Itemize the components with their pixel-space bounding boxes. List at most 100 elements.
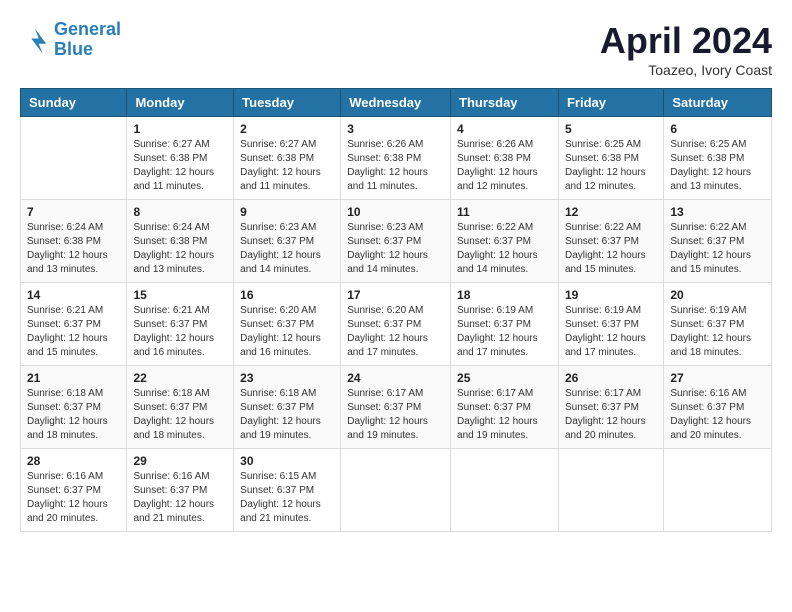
day-info: Sunrise: 6:24 AM Sunset: 6:38 PM Dayligh… bbox=[27, 221, 120, 277]
day-number: 24 bbox=[347, 371, 444, 385]
day-number: 12 bbox=[565, 205, 657, 219]
day-number: 13 bbox=[670, 205, 765, 219]
day-info: Sunrise: 6:22 AM Sunset: 6:37 PM Dayligh… bbox=[670, 221, 765, 277]
day-info: Sunrise: 6:19 AM Sunset: 6:37 PM Dayligh… bbox=[670, 304, 765, 360]
calendar-cell bbox=[21, 117, 127, 200]
day-info: Sunrise: 6:23 AM Sunset: 6:37 PM Dayligh… bbox=[240, 221, 334, 277]
day-number: 14 bbox=[27, 288, 120, 302]
day-number: 30 bbox=[240, 454, 334, 468]
day-number: 16 bbox=[240, 288, 334, 302]
calendar-cell: 15 Sunrise: 6:21 AM Sunset: 6:37 PM Dayli… bbox=[127, 283, 234, 366]
calendar-cell: 21Sunrise: 6:18 AM Sunset: 6:37 PM Dayli… bbox=[21, 366, 127, 449]
day-header-wednesday: Wednesday bbox=[341, 89, 451, 117]
day-number: 20 bbox=[670, 288, 765, 302]
day-info: Sunrise: 6:16 AM Sunset: 6:37 PM Dayligh… bbox=[670, 387, 765, 443]
day-header-tuesday: Tuesday bbox=[234, 89, 341, 117]
day-info: Sunrise: 6:18 AM Sunset: 6:37 PM Dayligh… bbox=[240, 387, 334, 443]
day-info: Sunrise: 6:18 AM Sunset: 6:37 PM Dayligh… bbox=[133, 387, 227, 443]
day-number: 8 bbox=[133, 205, 227, 219]
day-info: Sunrise: 6:19 AM Sunset: 6:37 PM Dayligh… bbox=[457, 304, 552, 360]
day-info: Sunrise: 6:21 AM Sunset: 6:37 PM Dayligh… bbox=[27, 304, 120, 360]
calendar-cell: 28 Sunrise: 6:16 AM Sunset: 6:37 PM Dayli… bbox=[21, 449, 127, 532]
day-number: 1 bbox=[133, 122, 227, 136]
calendar-cell: 16 Sunrise: 6:20 AM Sunset: 6:37 PM Dayli… bbox=[234, 283, 341, 366]
day-info: Sunrise: 6:19 AM Sunset: 6:37 PM Dayligh… bbox=[565, 304, 657, 360]
day-header-thursday: Thursday bbox=[451, 89, 559, 117]
calendar-cell: 5Sunrise: 6:25 AM Sunset: 6:38 PM Daylig… bbox=[558, 117, 663, 200]
day-number: 19 bbox=[565, 288, 657, 302]
calendar-cell: 23 Sunrise: 6:18 AM Sunset: 6:37 PM Dayli… bbox=[234, 366, 341, 449]
day-info: Sunrise: 6:16 AM Sunset: 6:37 PM Dayligh… bbox=[133, 470, 227, 526]
calendar-body: 1 Sunrise: 6:27 AM Sunset: 6:38 PM Daylig… bbox=[21, 117, 772, 532]
day-number: 4 bbox=[457, 122, 552, 136]
day-info: Sunrise: 6:20 AM Sunset: 6:37 PM Dayligh… bbox=[347, 304, 444, 360]
calendar-cell: 17 Sunrise: 6:20 AM Sunset: 6:37 PM Dayli… bbox=[341, 283, 451, 366]
logo: General Blue bbox=[20, 20, 121, 60]
calendar-cell bbox=[558, 449, 663, 532]
day-header-sunday: Sunday bbox=[21, 89, 127, 117]
day-info: Sunrise: 6:21 AM Sunset: 6:37 PM Dayligh… bbox=[133, 304, 227, 360]
calendar-cell: 30 Sunrise: 6:15 AM Sunset: 6:37 PM Dayli… bbox=[234, 449, 341, 532]
calendar-week-row: 21 Sunrise: 6:18 AM Sunset: 6:37 PM Dayli… bbox=[21, 366, 772, 449]
day-number: 7 bbox=[27, 205, 120, 219]
month-title: April 2024 bbox=[600, 20, 772, 62]
logo-icon bbox=[20, 25, 50, 55]
day-info: Sunrise: 6:23 AM Sunset: 6:37 PM Dayligh… bbox=[347, 221, 444, 277]
calendar-table: SundayMondayTuesdayWednesdayThursdayFrid… bbox=[20, 88, 772, 532]
day-info: Sunrise: 6:17 AM Sunset: 6:37 PM Dayligh… bbox=[565, 387, 657, 443]
calendar-cell: 2 Sunrise: 6:27 AM Sunset: 6:38 PM Daylig… bbox=[234, 117, 341, 200]
calendar-cell: 4Sunrise: 6:26 AM Sunset: 6:38 PM Daylig… bbox=[451, 117, 559, 200]
day-number: 2 bbox=[240, 122, 334, 136]
calendar-cell: 13 Sunrise: 6:22 AM Sunset: 6:37 PM Dayli… bbox=[664, 200, 772, 283]
logo-text: General Blue bbox=[54, 20, 121, 60]
day-info: Sunrise: 6:17 AM Sunset: 6:37 PM Dayligh… bbox=[457, 387, 552, 443]
calendar-cell: 10 Sunrise: 6:23 AM Sunset: 6:37 PM Dayli… bbox=[341, 200, 451, 283]
calendar-cell: 14 Sunrise: 6:21 AM Sunset: 6:37 PM Dayli… bbox=[21, 283, 127, 366]
calendar-cell: 12 Sunrise: 6:22 AM Sunset: 6:37 PM Dayli… bbox=[558, 200, 663, 283]
day-header-friday: Friday bbox=[558, 89, 663, 117]
calendar-cell: 9 Sunrise: 6:23 AM Sunset: 6:37 PM Daylig… bbox=[234, 200, 341, 283]
calendar-cell bbox=[451, 449, 559, 532]
day-info: Sunrise: 6:16 AM Sunset: 6:37 PM Dayligh… bbox=[27, 470, 120, 526]
location-subtitle: Toazeo, Ivory Coast bbox=[600, 62, 772, 78]
day-number: 5 bbox=[565, 122, 657, 136]
calendar-week-row: 28 Sunrise: 6:16 AM Sunset: 6:37 PM Dayli… bbox=[21, 449, 772, 532]
day-header-saturday: Saturday bbox=[664, 89, 772, 117]
calendar-cell bbox=[341, 449, 451, 532]
day-number: 15 bbox=[133, 288, 227, 302]
day-header-monday: Monday bbox=[127, 89, 234, 117]
calendar-cell: 27 Sunrise: 6:16 AM Sunset: 6:37 PM Dayli… bbox=[664, 366, 772, 449]
day-number: 28 bbox=[27, 454, 120, 468]
day-number: 17 bbox=[347, 288, 444, 302]
day-info: Sunrise: 6:25 AM Sunset: 6:38 PM Dayligh… bbox=[670, 138, 765, 194]
day-info: Sunrise: 6:27 AM Sunset: 6:38 PM Dayligh… bbox=[133, 138, 227, 194]
calendar-week-row: 14 Sunrise: 6:21 AM Sunset: 6:37 PM Dayli… bbox=[21, 283, 772, 366]
day-number: 18 bbox=[457, 288, 552, 302]
calendar-cell: 7 Sunrise: 6:24 AM Sunset: 6:38 PM Daylig… bbox=[21, 200, 127, 283]
day-number: 23 bbox=[240, 371, 334, 385]
day-number: 26 bbox=[565, 371, 657, 385]
day-info: Sunrise: 6:20 AM Sunset: 6:37 PM Dayligh… bbox=[240, 304, 334, 360]
day-number: 10 bbox=[347, 205, 444, 219]
calendar-cell: 24 Sunrise: 6:17 AM Sunset: 6:37 PM Dayli… bbox=[341, 366, 451, 449]
calendar-cell: 20 Sunrise: 6:19 AM Sunset: 6:37 PM Dayli… bbox=[664, 283, 772, 366]
day-number: 21 bbox=[27, 371, 120, 385]
title-area: April 2024 Toazeo, Ivory Coast bbox=[600, 20, 772, 78]
day-info: Sunrise: 6:26 AM Sunset: 6:38 PM Dayligh… bbox=[347, 138, 444, 194]
calendar-cell: 29Sunrise: 6:16 AM Sunset: 6:37 PM Dayli… bbox=[127, 449, 234, 532]
day-info: Sunrise: 6:22 AM Sunset: 6:37 PM Dayligh… bbox=[565, 221, 657, 277]
day-info: Sunrise: 6:22 AM Sunset: 6:37 PM Dayligh… bbox=[457, 221, 552, 277]
day-number: 25 bbox=[457, 371, 552, 385]
day-number: 9 bbox=[240, 205, 334, 219]
calendar-cell: 3Sunrise: 6:26 AM Sunset: 6:38 PM Daylig… bbox=[341, 117, 451, 200]
day-info: Sunrise: 6:17 AM Sunset: 6:37 PM Dayligh… bbox=[347, 387, 444, 443]
day-number: 22 bbox=[133, 371, 227, 385]
calendar-cell: 26 Sunrise: 6:17 AM Sunset: 6:37 PM Dayli… bbox=[558, 366, 663, 449]
calendar-header-row: SundayMondayTuesdayWednesdayThursdayFrid… bbox=[21, 89, 772, 117]
day-number: 27 bbox=[670, 371, 765, 385]
day-info: Sunrise: 6:27 AM Sunset: 6:38 PM Dayligh… bbox=[240, 138, 334, 194]
calendar-cell: 25 Sunrise: 6:17 AM Sunset: 6:37 PM Dayli… bbox=[451, 366, 559, 449]
page-header: General Blue April 2024 Toazeo, Ivory Co… bbox=[20, 20, 772, 78]
day-info: Sunrise: 6:15 AM Sunset: 6:37 PM Dayligh… bbox=[240, 470, 334, 526]
calendar-week-row: 7 Sunrise: 6:24 AM Sunset: 6:38 PM Daylig… bbox=[21, 200, 772, 283]
